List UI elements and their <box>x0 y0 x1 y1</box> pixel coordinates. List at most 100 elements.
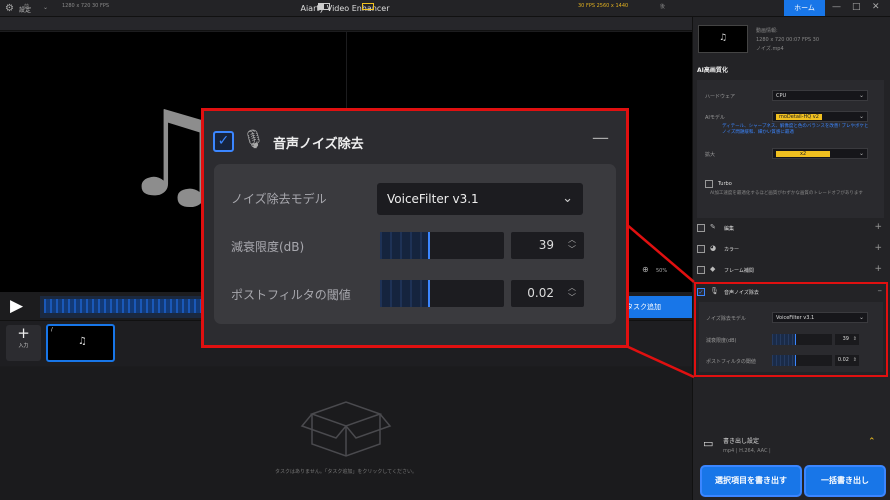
attenuation-label: 減衰限度(dB) <box>706 338 737 344</box>
attenuation-value: 39 <box>842 336 849 342</box>
spinner-icon[interactable]: ︿ ﹀ <box>568 235 576 255</box>
maximize-icon[interactable]: □ <box>852 2 861 12</box>
empty-task-message: タスクはありません。「タスク追加」をクリックしてください。 <box>274 469 418 475</box>
export-all-button[interactable]: 一括書き出し <box>804 465 886 497</box>
callout-attenuation-label: 減衰限度(dB) <box>231 240 305 254</box>
preview-header <box>0 17 692 31</box>
export-format: mp4 | H.264, AAC | <box>723 448 771 454</box>
split-view-icon[interactable] <box>318 3 330 10</box>
after-label: 後 <box>660 4 666 10</box>
zoom-icon[interactable]: ⊕ <box>642 265 649 274</box>
scale-label: 拡大 <box>705 152 716 158</box>
video-info-line: 1280 x 720 00:07 FPS 30 <box>756 37 820 43</box>
spinner-icon[interactable]: ⇕ <box>853 355 857 366</box>
video-file-name: ノイズ.mp4 <box>756 46 784 52</box>
postfilter-value: 0.02 <box>837 357 849 363</box>
section-noise-reduction[interactable]: ✓ 🎙 音声ノイズ除去 – <box>697 285 884 300</box>
hardware-value: CPU <box>776 93 787 99</box>
source-info: 1280 x 720 30 FPS <box>62 3 110 9</box>
export-selected-button[interactable]: 選択項目を書き出す <box>700 465 802 497</box>
close-icon[interactable]: ✕ <box>872 2 880 12</box>
music-note-icon: ♫ <box>78 336 87 347</box>
chevron-down-icon: ⌄ <box>858 113 864 120</box>
callout-postfilter-label: ポストフィルタの閾値 <box>231 288 351 302</box>
play-button[interactable]: ▶ <box>10 296 23 316</box>
expand-plus-icon[interactable]: + <box>874 222 882 232</box>
collapse-minus-icon[interactable]: – <box>878 286 883 296</box>
postfilter-label: ポストフィルタの閾値 <box>706 359 756 365</box>
callout-noise-checkbox[interactable]: ✓ <box>213 131 234 152</box>
scale-select[interactable]: x2 ⌄ <box>772 148 868 159</box>
attenuation-slider-fill <box>772 334 796 345</box>
frame-label: フレーム補間 <box>724 268 754 274</box>
color-checkbox[interactable] <box>697 245 705 253</box>
section-edit[interactable]: ✎ 編集 + <box>697 221 884 236</box>
video-info-title: 動画情報: <box>756 28 778 34</box>
attenuation-slider[interactable] <box>772 334 832 345</box>
frame-checkbox[interactable] <box>697 266 705 274</box>
add-input-button[interactable]: + 入力 <box>6 325 41 361</box>
export-settings-label[interactable]: 書き出し設定 <box>723 436 759 445</box>
expand-plus-icon[interactable]: + <box>874 264 882 274</box>
home-button[interactable]: ホーム <box>784 0 825 16</box>
chevron-down-icon: ⌄ <box>858 150 864 157</box>
hardware-select[interactable]: CPU ⌄ <box>772 90 868 101</box>
color-label: カラー <box>724 247 740 253</box>
output-info: 30 FPS 2560 x 1440 <box>578 3 629 9</box>
ai-section-title: AI高画質化 <box>697 67 728 74</box>
empty-box-icon <box>300 401 392 457</box>
postfilter-slider-fill <box>772 355 796 366</box>
before-label: 前 <box>24 4 30 10</box>
callout-attenuation-slider[interactable] <box>380 232 504 259</box>
scale-value: x2 <box>776 151 831 157</box>
edit-checkbox[interactable] <box>697 224 705 232</box>
mic-icon: 🎙 <box>242 129 265 150</box>
noise-model-value: VoiceFilter v3.1 <box>776 315 815 321</box>
callout-postfilter-input[interactable]: 0.02 ︿ ﹀ <box>511 280 584 307</box>
palette-icon: ◕ <box>710 244 717 252</box>
add-input-label: 入力 <box>18 343 29 349</box>
edit-label: 編集 <box>724 226 735 232</box>
callout-attenuation-input[interactable]: 39 ︿ ﹀ <box>511 232 584 259</box>
clip-marker-icon: / <box>51 327 53 333</box>
chevron-down-icon: ⌄ <box>858 92 864 99</box>
collapse-minus-icon[interactable]: — <box>592 128 609 148</box>
expand-plus-icon[interactable]: + <box>874 243 882 253</box>
compare-view-icon[interactable] <box>362 3 374 10</box>
frame-interp-icon: ◆ <box>710 265 716 273</box>
noise-checkbox[interactable]: ✓ <box>697 288 705 296</box>
chevron-up-icon[interactable]: ⌃ <box>868 437 876 447</box>
spinner-icon[interactable]: ⇕ <box>853 334 857 345</box>
clip-thumbnail[interactable]: / ♫ <box>46 324 115 362</box>
minimize-icon[interactable]: — <box>832 2 841 12</box>
turbo-checkbox[interactable] <box>705 180 713 188</box>
noise-model-label: ノイズ除去モデル <box>706 316 746 322</box>
zoom-level: 50% <box>656 268 668 274</box>
mic-icon: 🎙 <box>710 287 719 295</box>
music-note-icon: ♫ <box>719 33 728 43</box>
callout-attenuation-slider-fill <box>380 232 430 259</box>
plus-icon: + <box>17 324 30 342</box>
spinner-icon[interactable]: ︿ ﹀ <box>568 283 576 303</box>
add-task-button[interactable]: タスク追加 <box>620 296 692 318</box>
ai-model-select[interactable]: moDetail-HQ v2 ⌄ <box>772 111 868 122</box>
callout-attenuation-value: 39 <box>538 238 554 252</box>
ai-model-label: AIモデル <box>705 115 725 121</box>
callout-postfilter-value: 0.02 <box>527 286 554 300</box>
postfilter-input[interactable]: 0.02 ⇕ <box>835 355 859 366</box>
export-settings-icon[interactable]: ▭ <box>703 437 713 450</box>
callout-model-value: VoiceFilter v3.1 <box>387 192 479 206</box>
postfilter-slider[interactable] <box>772 355 832 366</box>
chevron-down-icon: ⌄ <box>858 314 864 321</box>
section-color[interactable]: ◕ カラー + <box>697 242 884 257</box>
turbo-label: Turbo <box>718 181 732 187</box>
attenuation-input[interactable]: 39 ⇕ <box>835 334 859 345</box>
callout-model-select[interactable]: VoiceFilter v3.1 ⌄ <box>377 183 583 215</box>
hardware-label: ハードウェア <box>705 94 736 100</box>
callout-postfilter-slider[interactable] <box>380 280 504 307</box>
noise-model-select[interactable]: VoiceFilter v3.1 ⌄ <box>772 312 868 323</box>
noise-title: 音声ノイズ除去 <box>724 290 759 296</box>
section-frame-interp[interactable]: ◆ フレーム補間 + <box>697 263 884 278</box>
callout-model-label: ノイズ除去モデル <box>231 192 327 206</box>
ai-model-hint: ディテール、シャープネス、解像度と色のバランスを改善! ブレやボケとノイズ問題緩… <box>722 124 869 135</box>
